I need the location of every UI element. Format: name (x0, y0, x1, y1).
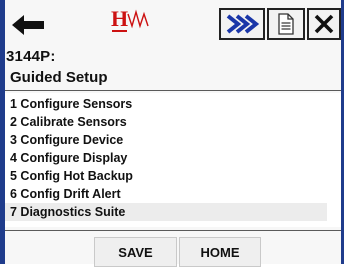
home-button[interactable]: HOME (179, 237, 261, 267)
hart-logo-icon: H (111, 4, 151, 40)
save-button[interactable]: SAVE (94, 237, 177, 267)
double-chevron-right-icon (226, 14, 259, 34)
menu-item-calibrate-sensors[interactable]: 2 Calibrate Sensors (5, 113, 327, 131)
close-button[interactable] (307, 8, 341, 40)
back-button[interactable] (8, 10, 48, 40)
menu-item-configure-device[interactable]: 3 Configure Device (5, 131, 327, 149)
page-title: Guided Setup (10, 69, 108, 86)
bottom-bar: SAVE HOME (5, 232, 341, 267)
menu-item-configure-display[interactable]: 4 Configure Display (5, 149, 327, 167)
toolbar: H (5, 0, 341, 46)
app-window: H 3144P: Guided Setup 1 Configure Sensor… (0, 0, 344, 267)
document-icon (278, 13, 294, 35)
menu-item-config-hot-backup[interactable]: 5 Config Hot Backup (5, 167, 327, 185)
menu-item-config-drift-alert[interactable]: 6 Config Drift Alert (5, 185, 327, 203)
document-button[interactable] (267, 8, 305, 40)
svg-text:H: H (111, 6, 128, 31)
menu-item-configure-sensors[interactable]: 1 Configure Sensors (5, 95, 327, 113)
device-title: 3144P: (6, 48, 56, 65)
menu-list: 1 Configure Sensors 2 Calibrate Sensors … (5, 93, 341, 227)
forward-button[interactable] (219, 8, 265, 40)
menu-item-diagnostics-suite[interactable]: 7 Diagnostics Suite (5, 203, 327, 221)
close-icon (314, 14, 334, 34)
left-arrow-icon (12, 15, 44, 35)
menu-top-divider (5, 90, 341, 91)
menu-bottom-divider (5, 230, 341, 231)
